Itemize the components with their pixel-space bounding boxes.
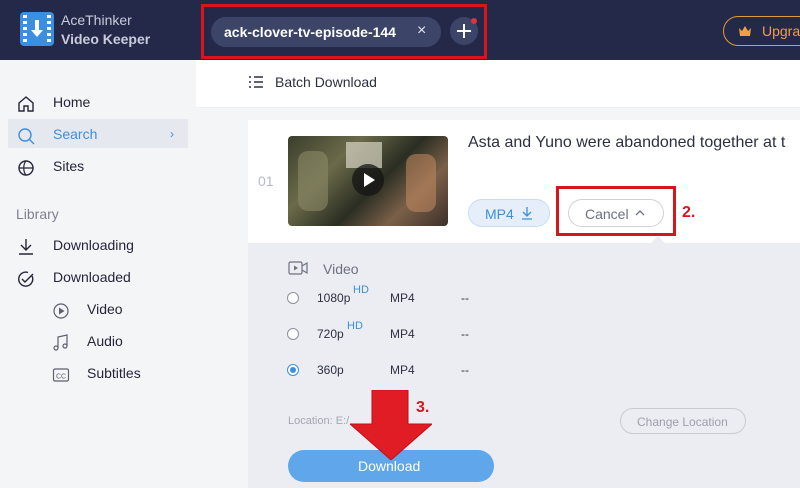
format-text: MP4 [390,291,415,305]
sidebar-item-label: Search [53,126,98,142]
change-location-button[interactable]: Change Location [620,408,746,434]
download-icon [19,239,33,255]
play-circle-icon [53,303,69,319]
size-text: -- [461,291,469,305]
hd-badge: HD [347,320,363,332]
video-camera-icon [288,261,308,275]
sidebar-item-downloading[interactable]: Downloading [0,230,196,262]
radio-button[interactable] [287,328,299,340]
sidebar-item-label: Subtitles [87,365,141,381]
home-icon [18,96,34,112]
sidebar-item-subtitles[interactable]: CC Subtitles [0,358,196,390]
annotation-box-2 [556,186,676,236]
sidebar-item-video[interactable]: Video [0,294,196,326]
format-label: MP4 [485,206,514,222]
app-name-line1: AceThinker [61,12,132,28]
video-section-label: Video [323,261,359,277]
sidebar-item-label: Downloading [53,237,134,253]
resolution-label: 720p [317,327,344,341]
music-note-icon [53,334,68,351]
size-text: -- [461,327,469,341]
quality-option-360p[interactable]: 360p MP4 -- [287,358,800,384]
crown-icon [739,26,751,36]
sidebar-item-home[interactable]: Home [0,87,196,119]
resolution-label: 360p [317,363,344,377]
library-heading: Library [16,206,59,222]
sidebar-item-search[interactable]: Search › [0,119,196,151]
svg-text:CC: CC [56,374,66,381]
quality-option-720p[interactable]: 720p HD MP4 -- [287,320,800,348]
annotation-label-2: 2. [682,204,696,221]
download-icon [522,207,532,220]
sidebar-item-label: Sites [53,158,85,174]
hd-badge: HD [353,284,369,296]
app-window: AceThinker Video Keeper ack-clover-tv-ep… [0,0,800,488]
quality-option-1080p[interactable]: 1080p HD MP4 -- [287,284,800,312]
list-icon [249,76,263,88]
cc-icon: CC [52,368,70,382]
location-text: Location: E:/ [288,415,350,427]
sidebar-item-sites[interactable]: Sites [0,151,196,183]
play-icon[interactable] [352,164,384,196]
sidebar-item-label: Audio [87,333,123,349]
annotation-box-1 [201,4,487,59]
download-label: Download [358,458,421,474]
sidebar: Home Search › Sites Library Downloading … [0,60,196,488]
sidebar-item-downloaded[interactable]: Downloaded [0,262,196,294]
search-icon [18,128,35,145]
size-text: -- [461,363,469,377]
check-circle-icon [18,271,34,287]
format-text: MP4 [390,327,415,341]
chevron-right-icon: › [170,127,174,141]
app-logo-icon [20,12,54,46]
sidebar-item-audio[interactable]: Audio [0,326,196,358]
item-index: 01 [258,173,274,189]
sidebar-item-label: Video [87,301,123,317]
change-location-label: Change Location [637,415,728,429]
format-text: MP4 [390,363,415,377]
sidebar-item-label: Home [53,94,91,110]
video-title: Asta and Yuno were abandoned together at… [468,134,786,151]
upgrade-label: Upgra [762,23,800,39]
resolution-label: 1080p [317,291,351,305]
globe-icon [18,160,34,176]
app-name-line2: Video Keeper [61,31,151,47]
sidebar-item-label: Downloaded [53,269,131,285]
radio-button-selected[interactable] [287,364,299,376]
upgrade-button[interactable]: Upgra [723,16,800,46]
format-button[interactable]: MP4 [468,199,550,227]
annotation-label-3: 3. [416,399,430,416]
app-name: AceThinker Video Keeper [61,11,150,49]
batch-download-button[interactable]: Batch Download [275,74,377,90]
radio-button[interactable] [287,292,299,304]
video-thumbnail[interactable] [288,136,448,226]
